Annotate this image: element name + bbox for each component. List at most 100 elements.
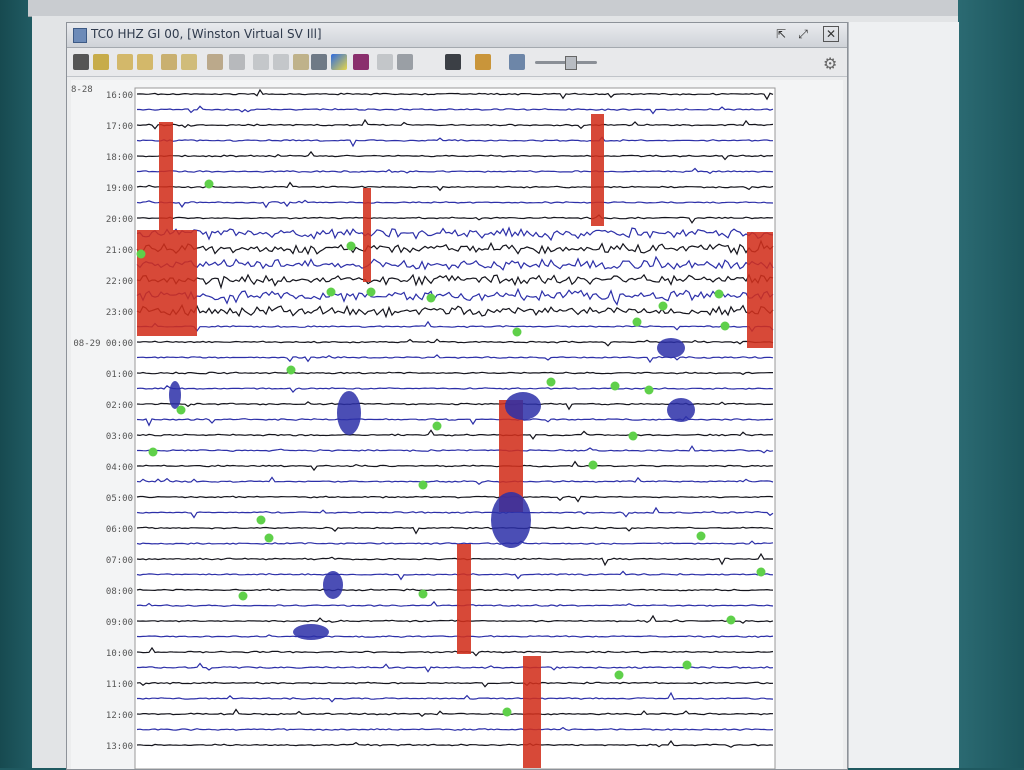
event-burst (657, 338, 685, 358)
pick-marker (176, 405, 186, 415)
parent-toolbar (28, 0, 958, 17)
helicorder-plot-area: 8-28 16:00 17:00 18:00 19:00 20:00 21:00 22:00 2… (71, 80, 843, 769)
window-titlebar[interactable]: TC0 HHZ GI 00, [Winston Virtual SV Ill] … (67, 23, 847, 48)
export-icon[interactable] (229, 54, 245, 70)
pick-marker (256, 515, 266, 525)
time-label: 11:00 (106, 680, 133, 690)
pick-marker (610, 381, 620, 391)
pick-marker (502, 707, 512, 717)
pick-marker (726, 615, 736, 625)
window-icon (73, 28, 87, 43)
event-burst (491, 492, 531, 548)
maximize-button[interactable]: ⤢ (795, 26, 811, 42)
window-title: TC0 HHZ GI 00, [Winston Virtual SV Ill] (91, 27, 322, 41)
event-burst (323, 571, 343, 599)
pick-marker (136, 249, 146, 259)
event-burst (293, 624, 329, 640)
gear-icon[interactable]: ⚙ (823, 54, 837, 73)
close-button[interactable]: ✕ (823, 26, 839, 42)
clipping-icon[interactable] (181, 54, 197, 70)
desktop-background-right (958, 0, 1024, 768)
clipped-event (457, 544, 471, 654)
gain-slider[interactable] (535, 56, 597, 70)
clipping-toggle-icon[interactable] (311, 54, 327, 70)
pick-marker (418, 480, 428, 490)
pick-marker (204, 179, 214, 189)
event-burst (169, 381, 181, 409)
time-label: 04:00 (106, 463, 133, 473)
pick-marker (682, 660, 692, 670)
pick-marker (720, 321, 730, 331)
event-burst (667, 398, 695, 422)
time-label: 08-29 00:00 (73, 339, 133, 349)
clipped-event (747, 232, 773, 348)
clipped-event (159, 122, 173, 230)
hide-icon[interactable] (377, 54, 393, 70)
time-label: 12:00 (106, 711, 133, 721)
side-panel (848, 22, 959, 768)
time-label: 01:00 (106, 370, 133, 380)
helicorder-window: TC0 HHZ GI 00, [Winston Virtual SV Ill] … (66, 22, 848, 770)
time-label: 23:00 (106, 308, 133, 318)
clipped-event (363, 188, 371, 282)
pick-marker (658, 301, 668, 311)
pick-marker (588, 460, 598, 470)
filter-icon[interactable] (207, 54, 223, 70)
pick-marker (366, 287, 376, 297)
time-label: 18:00 (106, 153, 133, 163)
time-label: 22:00 (106, 277, 133, 287)
pick-marker (756, 567, 766, 577)
pick-marker (628, 431, 638, 441)
pick-marker (644, 385, 654, 395)
time-label: 16:00 (106, 91, 133, 101)
pick-marker (632, 317, 642, 327)
zoom-out-icon[interactable] (137, 54, 153, 70)
pick-marker (512, 327, 522, 337)
date-label: 8-28 (71, 85, 93, 95)
helicorder-plot: 8-28 16:00 17:00 18:00 19:00 20:00 21:00 22:00 2… (71, 85, 776, 769)
pick-marker (546, 377, 556, 387)
pick-marker (714, 289, 724, 299)
color-icon[interactable] (353, 54, 369, 70)
copy-icon[interactable] (93, 54, 109, 70)
gain-slider-knob[interactable] (565, 56, 577, 70)
pick-marker (432, 421, 442, 431)
pick-marker (426, 293, 436, 303)
time-label: 21:00 (106, 246, 133, 256)
time-label: 03:00 (106, 432, 133, 442)
person-icon[interactable] (445, 54, 461, 70)
pick-marker (418, 589, 428, 599)
magnify-icon[interactable] (273, 54, 289, 70)
pick-marker (326, 287, 336, 297)
time-label: 17:00 (106, 122, 133, 132)
time-label: 09:00 (106, 618, 133, 628)
undock-button[interactable]: ⇱ (773, 26, 789, 42)
time-label: 05:00 (106, 494, 133, 504)
clipped-event (137, 230, 197, 336)
toolbar: ⚙ (67, 48, 847, 77)
clipped-event (523, 656, 541, 768)
search-icon[interactable] (253, 54, 269, 70)
pick-marker (148, 447, 158, 457)
time-label: 13:00 (106, 742, 133, 752)
spectrogram-icon[interactable] (331, 54, 347, 70)
pick-marker (346, 241, 356, 251)
event-burst (337, 391, 361, 435)
time-label: 07:00 (106, 556, 133, 566)
clipped-event (591, 114, 604, 226)
pick-icon[interactable] (475, 54, 491, 70)
pick-marker (696, 531, 706, 541)
pick-marker (286, 365, 296, 375)
time-label: 10:00 (106, 649, 133, 659)
pin-icon[interactable] (293, 54, 309, 70)
event-burst (505, 392, 541, 420)
zoom-in-icon[interactable] (117, 54, 133, 70)
sync-icon[interactable] (509, 54, 525, 70)
save-icon[interactable] (73, 54, 89, 70)
pick-marker (614, 670, 624, 680)
time-label: 08:00 (106, 587, 133, 597)
delete-icon[interactable] (397, 54, 413, 70)
time-label: 19:00 (106, 184, 133, 194)
refresh-icon[interactable] (161, 54, 177, 70)
pick-marker (238, 591, 248, 601)
